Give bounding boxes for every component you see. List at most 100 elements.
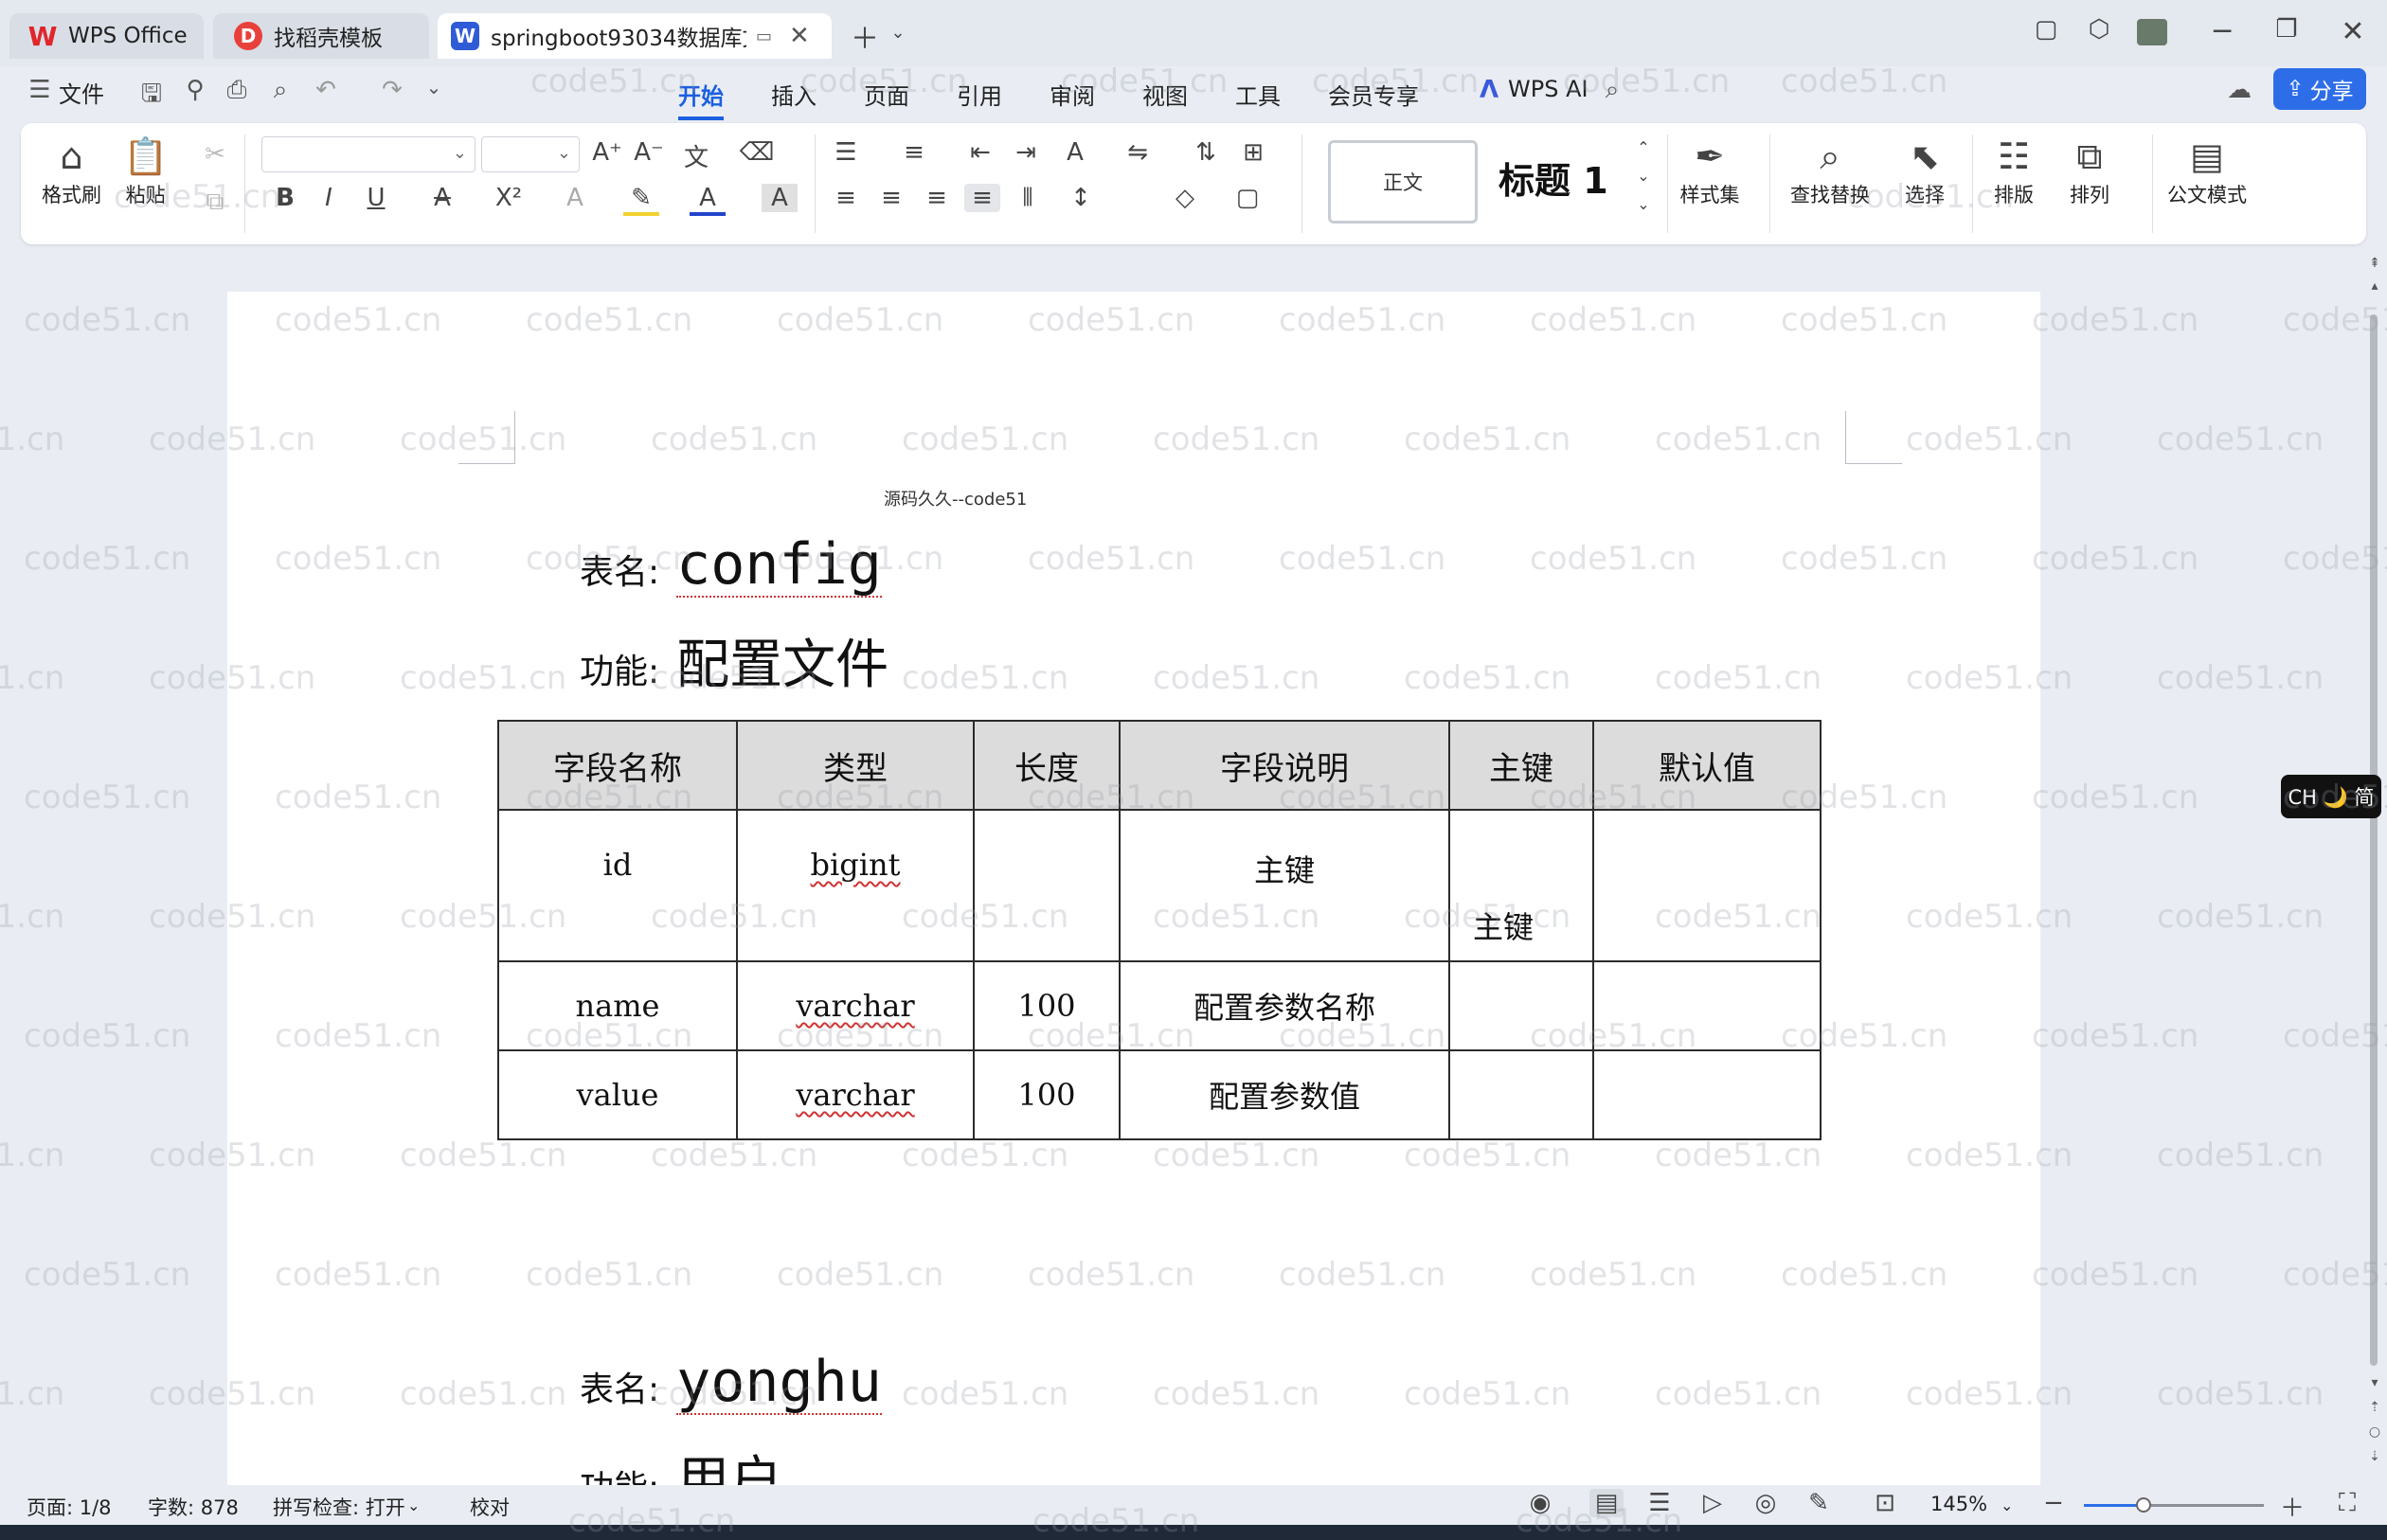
close-window-icon[interactable]: ✕ bbox=[2334, 15, 2372, 48]
distribute-icon[interactable]: ⫴ bbox=[1010, 184, 1046, 213]
fit-page-icon[interactable]: ⊡ bbox=[1868, 1489, 1902, 1517]
table-cell[interactable]: name bbox=[497, 960, 738, 1051]
table-cell[interactable]: 主键 bbox=[1448, 809, 1594, 962]
minimize-icon[interactable]: ─ bbox=[2203, 15, 2241, 48]
show-marks-icon[interactable]: ⊞ bbox=[1235, 138, 1271, 167]
outline-view-icon[interactable]: ☰ bbox=[1642, 1489, 1677, 1517]
word-count[interactable]: 字数: 878 bbox=[148, 1493, 239, 1521]
copy-icon[interactable]: ⧉ bbox=[197, 188, 233, 217]
increase-indent-icon[interactable]: ⇥ bbox=[1008, 138, 1044, 167]
scroll-top-icon[interactable]: ⇞ bbox=[2364, 256, 2385, 271]
fullscreen-icon[interactable]: ⛶ bbox=[2330, 1489, 2364, 1518]
text-direction-icon[interactable]: A bbox=[1057, 138, 1093, 167]
web-view-icon[interactable]: ◎ bbox=[1749, 1489, 1783, 1517]
undo-icon[interactable]: ↶ bbox=[309, 76, 343, 104]
hamburger-menu-icon[interactable]: ☰ bbox=[23, 76, 57, 104]
border-icon[interactable]: ▢ bbox=[1229, 184, 1265, 212]
table-cell[interactable]: 配置参数名称 bbox=[1119, 960, 1450, 1051]
ime-indicator[interactable]: CH 🌙 简 bbox=[2281, 775, 2381, 818]
font-size-select[interactable]: ⌄ bbox=[481, 136, 580, 172]
convert-icon[interactable]: ⇋ bbox=[1120, 138, 1156, 167]
layout-button[interactable]: ☷ 排版 bbox=[1976, 133, 2052, 208]
wps-ai-button[interactable]: WPS AI bbox=[1508, 76, 1588, 102]
new-tab-icon[interactable]: ＋ bbox=[846, 15, 884, 57]
zoom-in-icon[interactable]: ＋ bbox=[2275, 1489, 2309, 1524]
align-right-icon[interactable]: ≡ bbox=[919, 184, 955, 212]
tab-review[interactable]: 审阅 bbox=[1050, 78, 1095, 111]
table-cell[interactable] bbox=[1448, 960, 1594, 1051]
table-cell[interactable]: value bbox=[497, 1049, 738, 1140]
table-cell[interactable]: 100 bbox=[973, 960, 1121, 1051]
window-layout-icon[interactable]: ▢ bbox=[2027, 15, 2065, 44]
italic-icon[interactable]: I bbox=[311, 184, 347, 212]
play-icon[interactable]: ▷ bbox=[1696, 1489, 1730, 1517]
style-normal[interactable]: 正文 bbox=[1328, 140, 1478, 224]
tab-tools[interactable]: 工具 bbox=[1235, 78, 1281, 111]
tab-insert[interactable]: 插入 bbox=[771, 78, 817, 111]
bullet-list-icon[interactable]: ☰ bbox=[828, 138, 864, 167]
link-icon[interactable]: ⚲ bbox=[178, 76, 212, 104]
table-cell[interactable] bbox=[1592, 1049, 1822, 1140]
clear-format-icon[interactable]: ⌫ bbox=[739, 138, 775, 167]
align-justify-icon[interactable]: ≡ bbox=[964, 184, 1000, 212]
strikethrough-icon[interactable]: A bbox=[424, 184, 460, 212]
next-page-icon[interactable]: ⇣ bbox=[2364, 1449, 2385, 1464]
sort-icon[interactable]: ⇅ bbox=[1188, 138, 1224, 167]
official-mode-button[interactable]: ▤ 公文模式 bbox=[2154, 133, 2260, 208]
tab-page[interactable]: 页面 bbox=[864, 78, 909, 111]
search-icon[interactable]: ⌕ bbox=[1595, 76, 1629, 105]
chevron-down-icon[interactable]: ⌄ bbox=[879, 23, 917, 43]
page-indicator[interactable]: 页面: 1/8 bbox=[27, 1493, 112, 1521]
table-cell[interactable] bbox=[1592, 960, 1822, 1051]
zoom-slider-handle[interactable] bbox=[2135, 1497, 2151, 1513]
close-tab-icon[interactable]: ✕ bbox=[789, 22, 810, 50]
print-preview-icon[interactable]: ⌕ bbox=[263, 76, 297, 105]
highlight-icon[interactable]: ✎ bbox=[623, 184, 659, 216]
superscript-icon[interactable]: X² bbox=[491, 184, 527, 212]
cloud-upload-icon[interactable]: ☁ bbox=[2222, 76, 2256, 104]
scroll-up-icon[interactable]: ▴ bbox=[2364, 278, 2385, 294]
line-spacing-icon[interactable]: ↕ bbox=[1063, 184, 1099, 212]
tab-document[interactable]: W springboot93034数据库文档 ▭ ✕ bbox=[438, 13, 832, 59]
scroll-down-icon[interactable]: ▾ bbox=[2364, 1375, 2385, 1390]
redo-icon[interactable]: ↷ bbox=[375, 76, 409, 104]
shading-icon[interactable]: ◇ bbox=[1167, 184, 1203, 212]
table-cell[interactable]: 主键 bbox=[1119, 809, 1450, 962]
expand-icon[interactable]: ⌄ bbox=[1625, 195, 1661, 213]
font-color-icon[interactable]: A bbox=[690, 184, 726, 216]
prev-page-icon[interactable]: ⇡ bbox=[2364, 1400, 2385, 1415]
format-painter-button[interactable]: ⌂ 格式刷 bbox=[42, 133, 101, 208]
file-menu[interactable]: 文件 bbox=[59, 76, 104, 109]
zoom-out-icon[interactable]: − bbox=[2037, 1489, 2071, 1517]
document-page[interactable]: 表名: config 功能: 配置文件 字段名称 类型 长度 字段说明 主键 默… bbox=[227, 292, 2040, 1485]
tab-wps-office[interactable]: W WPS Office bbox=[9, 13, 204, 59]
table-cell[interactable]: bigint bbox=[736, 809, 975, 962]
avatar[interactable] bbox=[2137, 19, 2167, 45]
cut-icon[interactable]: ✂ bbox=[197, 140, 233, 169]
bold-icon[interactable]: B bbox=[267, 184, 303, 212]
decrease-indent-icon[interactable]: ⇤ bbox=[962, 138, 998, 167]
tab-daoke-templates[interactable]: D 找稻壳模板 bbox=[213, 13, 429, 59]
table-cell[interactable]: 配置参数值 bbox=[1119, 1049, 1450, 1140]
select-button[interactable]: ⬉ 选择 bbox=[1887, 133, 1963, 208]
arrange-button[interactable]: ⧉ 排列 bbox=[2052, 133, 2127, 208]
zoom-level[interactable]: 145% bbox=[1930, 1493, 1987, 1515]
table-cell[interactable] bbox=[1592, 809, 1822, 962]
tab-references[interactable]: 引用 bbox=[957, 78, 1002, 111]
print-icon[interactable]: ⎙ bbox=[220, 76, 254, 105]
underline-icon[interactable]: U bbox=[358, 184, 394, 212]
tab-member[interactable]: 会员专享 bbox=[1328, 78, 1419, 111]
save-icon[interactable]: 🖫 bbox=[135, 76, 169, 117]
share-button[interactable]: ⇪ 分享 bbox=[2273, 68, 2366, 110]
scroll-thumb[interactable] bbox=[2370, 314, 2378, 1366]
style-set-button[interactable]: ✒ 样式集 bbox=[1658, 133, 1762, 208]
eye-icon[interactable]: ◉ bbox=[1523, 1489, 1557, 1517]
tab-home[interactable]: 开始 bbox=[678, 78, 724, 120]
chevron-down-icon[interactable]: ⌄ bbox=[417, 76, 451, 98]
table-cell[interactable]: 100 bbox=[973, 1049, 1121, 1140]
page-view-icon[interactable]: ▤ bbox=[1589, 1489, 1624, 1517]
table-cell[interactable]: varchar bbox=[736, 960, 975, 1051]
align-left-icon[interactable]: ≡ bbox=[828, 184, 864, 212]
restore-icon[interactable]: ❐ bbox=[2268, 15, 2306, 44]
numbered-list-icon[interactable]: ≡ bbox=[896, 138, 932, 167]
